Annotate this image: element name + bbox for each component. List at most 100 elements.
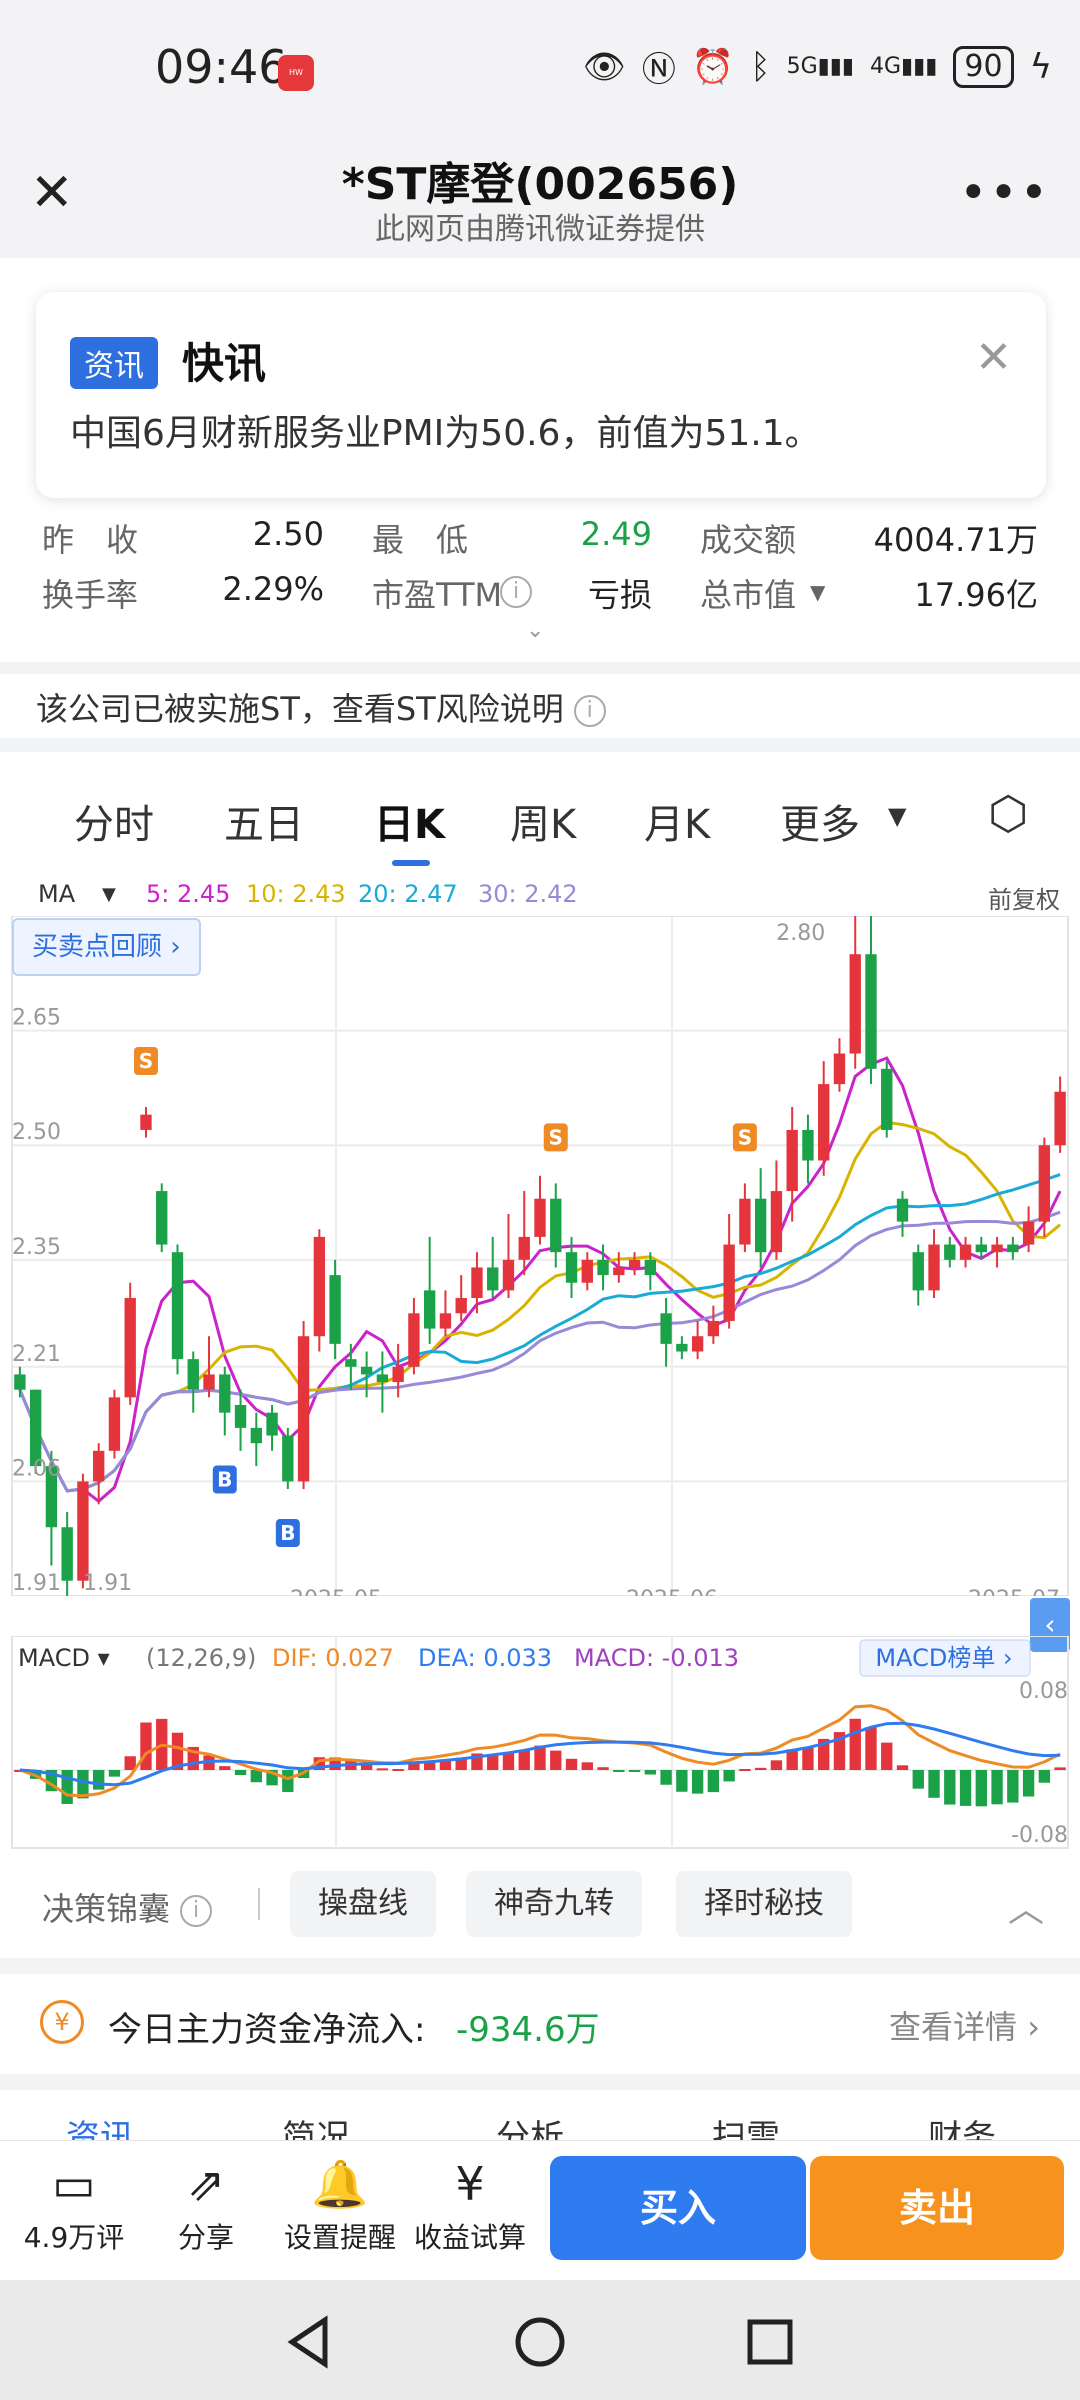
pe-ttm-value: 亏损 <box>587 576 652 614</box>
share-button[interactable]: ⇗ 分享 <box>146 2152 266 2256</box>
tab-more[interactable]: 更多 <box>780 792 860 850</box>
macd-bar <box>392 1768 404 1771</box>
tab-financials[interactable]: 财务 <box>928 2110 996 2140</box>
macd-params: (12,26,9) <box>146 1644 256 1672</box>
candle-body <box>676 1343 688 1352</box>
tab-daily-k[interactable]: 日K <box>374 792 445 850</box>
y-tick-label: 2.35 <box>12 1235 61 1260</box>
st-info-icon[interactable]: i <box>573 695 606 727</box>
chart-settings-icon[interactable]: ⬡ <box>988 786 1028 840</box>
comments-button[interactable]: ▭ 4.9万评 <box>14 2152 134 2256</box>
candle-body <box>597 1259 609 1276</box>
profit-calc-button[interactable]: ¥ 收益试算 <box>408 2152 532 2256</box>
fund-flow-details-link[interactable]: 查看详情 › <box>889 2002 1040 2048</box>
tab-five-day[interactable]: 五日 <box>224 792 304 850</box>
candle-body <box>187 1359 199 1390</box>
price-adjust-toggle[interactable]: 前复权 <box>988 880 1060 915</box>
candle-body <box>1022 1221 1035 1245</box>
news-flash-card[interactable]: 资讯 快讯 ✕ 中国6月财新服务业PMI为50.6，前值为51.1。 <box>36 292 1046 498</box>
chip-timing-tips[interactable]: 择时秘技 <box>676 1871 852 1937</box>
expand-chevron-icon[interactable]: ⌄ <box>526 618 544 643</box>
collapse-chevron-icon[interactable]: ︿ <box>1008 1880 1044 1932</box>
buy-button[interactable]: 买入 <box>550 2156 806 2260</box>
market-cap-dropdown-icon[interactable]: ▼ <box>810 580 825 604</box>
chip-magic-nine[interactable]: 神奇九转 <box>466 1871 642 1937</box>
candle-body <box>1007 1244 1019 1253</box>
tab-risk-scan[interactable]: 扫雷 <box>712 2110 780 2140</box>
candle-body <box>550 1198 562 1253</box>
macd-bar <box>676 1770 688 1792</box>
macd-bar <box>376 1768 389 1771</box>
tab-monthly-k[interactable]: 月K <box>644 792 710 850</box>
macd-bar <box>518 1750 530 1770</box>
back-nav-icon[interactable] <box>280 2312 340 2372</box>
macd-bar <box>928 1770 940 1798</box>
macd-bar <box>360 1764 373 1770</box>
tab-weekly-k[interactable]: 周K <box>510 792 576 850</box>
news-close-icon[interactable]: ✕ <box>975 332 1012 383</box>
candle-body <box>534 1198 546 1237</box>
candle-body <box>928 1244 940 1291</box>
quote-row-1: 昨 收 2.50 最 低 2.49 成交额 4004.71万 <box>0 515 1080 571</box>
y-tick-label: 1.91 <box>12 1571 61 1596</box>
macd-bar <box>739 1769 751 1772</box>
tab-news[interactable]: 资讯 <box>66 2110 134 2140</box>
macd-bar <box>754 1767 767 1770</box>
section-tabs: 资讯 简况 分析 扫雷 财务 <box>0 2090 1080 2140</box>
more-menu-icon[interactable]: ••• <box>959 165 1050 221</box>
ma20-value: 20: 2.47 <box>358 880 458 908</box>
share-icon: ⇗ <box>186 2157 226 2211</box>
market-cap-label[interactable]: 总市值 <box>700 570 796 616</box>
battery-level: 90 <box>953 45 1014 88</box>
chart-frame <box>11 916 1069 1596</box>
chip-trading-line[interactable]: 操盘线 <box>290 1871 436 1937</box>
candle-body <box>487 1267 499 1291</box>
news-heading: 快讯 <box>182 339 267 388</box>
candle-body <box>786 1129 798 1192</box>
macd-bar <box>660 1770 672 1785</box>
tab-more-dropdown-icon[interactable]: ▼ <box>888 802 906 830</box>
macd-chart[interactable]: MACD ▾ (12,26,9) DIF: 0.027 DEA: 0.033 MACD:… <box>0 1636 1080 1850</box>
pe-ttm-label: 市盈TTM <box>372 576 503 614</box>
candle-body <box>739 1198 751 1245</box>
bluetooth-icon: ᛒ <box>750 46 771 87</box>
active-tab-indicator <box>392 860 430 866</box>
candle-body <box>896 1198 909 1222</box>
candle-body <box>865 954 877 1069</box>
macd-bar <box>944 1770 956 1805</box>
st-notice-text: 该公司已被实施ST，查看ST风险说明 <box>36 690 564 728</box>
sell-button[interactable]: 卖出 <box>810 2156 1064 2260</box>
decision-label-text: 决策锦囊 <box>42 1890 171 1928</box>
macd-bar <box>502 1752 515 1770</box>
trade-review-button[interactable]: 买卖点回顾 › <box>12 918 201 976</box>
home-nav-icon[interactable] <box>510 2312 570 2372</box>
macd-bar <box>613 1770 625 1772</box>
macd-bar <box>93 1770 105 1790</box>
macd-bar <box>770 1760 783 1770</box>
macd-y-tick: 0.08 <box>1019 1679 1068 1704</box>
recents-nav-icon[interactable] <box>740 2312 800 2372</box>
tab-intraday[interactable]: 分时 <box>74 792 154 850</box>
candle-body <box>912 1252 924 1291</box>
kline-chart[interactable]: SBBBSS 2.652.502.352.212.061.912025-0520… <box>0 916 1080 1596</box>
candle-body <box>345 1359 357 1367</box>
ma-selector[interactable]: MA <box>38 880 75 908</box>
share-label: 分享 <box>177 2221 234 2254</box>
turnover-amount-value: 4004.71万 <box>873 521 1038 559</box>
page-title: *ST摩登(002656) <box>341 159 739 210</box>
macd-rank-label: MACD榜单 › <box>875 1644 1012 1672</box>
candle-body <box>1038 1145 1051 1222</box>
dif-value: DIF: 0.027 <box>272 1644 394 1672</box>
tab-analysis[interactable]: 分析 <box>496 2110 564 2140</box>
candle-body <box>581 1259 593 1283</box>
ma-dropdown-icon[interactable]: ▼ <box>102 884 116 905</box>
macd-selector: MACD ▾ <box>18 1644 110 1672</box>
macd-bar <box>802 1747 814 1770</box>
macd-bar <box>628 1770 641 1772</box>
tab-profile[interactable]: 简况 <box>282 2110 350 2140</box>
set-alert-button[interactable]: 🔔 设置提醒 <box>278 2152 402 2256</box>
candle-body <box>613 1267 625 1276</box>
st-notice[interactable]: 该公司已被实施ST，查看ST风险说明 i <box>36 684 606 730</box>
charging-icon: ϟ <box>1029 46 1052 87</box>
decision-info-icon[interactable]: i <box>180 1895 213 1927</box>
